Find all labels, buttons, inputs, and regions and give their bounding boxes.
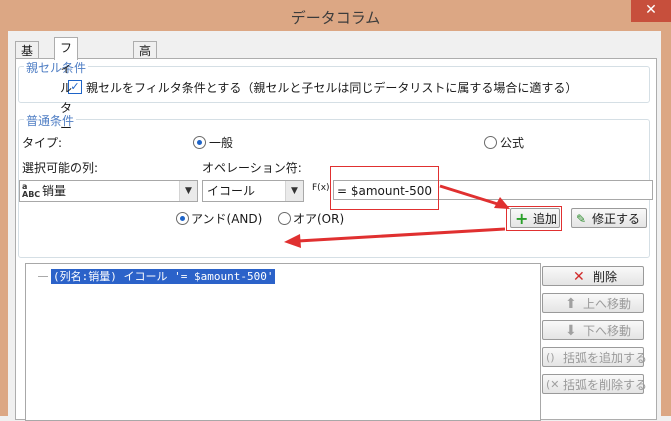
annotation-arrows bbox=[284, 184, 510, 248]
annotation-arrow-to-list bbox=[297, 227, 506, 243]
tab-filter[interactable]: フィルター bbox=[54, 37, 78, 135]
annotation-arrow-to-add bbox=[439, 184, 505, 208]
annotation-arrowhead-list bbox=[284, 234, 301, 248]
